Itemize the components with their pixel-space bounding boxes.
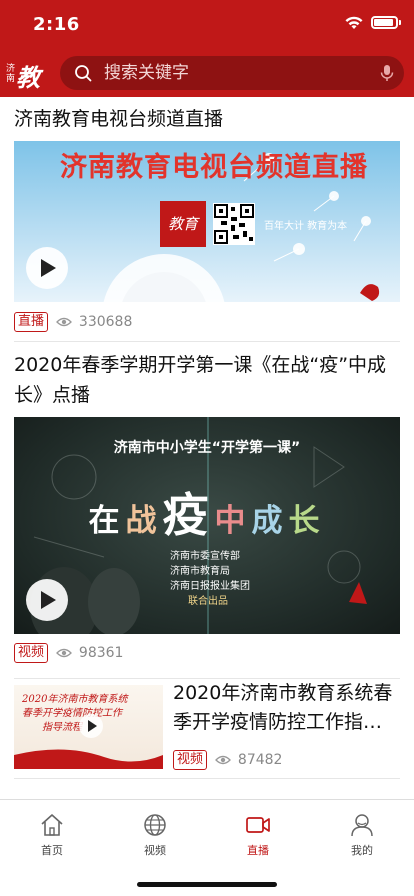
eye-icon bbox=[215, 755, 232, 765]
video-feed[interactable]: 济南教育电视台频道直播 济南教育电视台频道直播 教育 百年大计 教育为本 直播 … bbox=[0, 97, 414, 799]
list-item[interactable]: 2020年春季学期开学第一课《在战“疫”中成长》点播 济南市中小学生“开学第一课… bbox=[0, 342, 414, 679]
eye-icon bbox=[56, 648, 73, 658]
item-title[interactable]: 2020年济南市教育系统春季开学疫情防控工作指… bbox=[173, 679, 395, 737]
thumbnail-heading: 济南市中小学生“开学第一课” bbox=[113, 440, 301, 456]
item-meta: 视频 87482 bbox=[173, 750, 282, 770]
tab-label: 直播 bbox=[247, 844, 269, 857]
item-title[interactable]: 2020年春季学期开学第一课《在战“疫”中成长》点播 bbox=[14, 350, 400, 410]
wifi-icon bbox=[345, 16, 363, 29]
search-bar[interactable] bbox=[60, 56, 404, 90]
play-icon[interactable] bbox=[78, 713, 104, 739]
thumbnail-credits: 济南市委宣传部 济南市教育局 济南日报报业集团 联合出品 bbox=[170, 549, 290, 609]
home-icon bbox=[41, 814, 63, 836]
tab-profile[interactable]: 我的 bbox=[332, 812, 392, 858]
tab-live[interactable]: 直播 bbox=[228, 812, 288, 858]
app-logo[interactable]: 济南 教育 bbox=[6, 56, 48, 127]
video-badge: 视频 bbox=[173, 750, 208, 770]
status-time: 2:16 bbox=[33, 14, 80, 35]
item-meta: 视频 98361 bbox=[14, 643, 123, 663]
credit-line: 济南市教育局 bbox=[170, 566, 230, 577]
app-header: 2:16 济南 教育 bbox=[0, 0, 414, 127]
slogan-word: 战 bbox=[125, 503, 163, 539]
logo-small-text: 济南 bbox=[6, 64, 16, 84]
thumbnail-banner-text: 济南教育电视台频道直播 bbox=[60, 152, 368, 183]
user-icon bbox=[351, 814, 373, 837]
video-badge: 视频 bbox=[14, 643, 49, 663]
thumbnail-logo-text: 教育 bbox=[167, 215, 198, 233]
tab-video[interactable]: 视频 bbox=[125, 812, 185, 858]
eye-icon bbox=[56, 317, 73, 327]
qr-code-image bbox=[213, 203, 255, 245]
slogan-word: 中 bbox=[214, 503, 252, 539]
tab-label: 首页 bbox=[41, 844, 63, 857]
microphone-icon[interactable] bbox=[378, 64, 396, 82]
tab-label: 视频 bbox=[144, 844, 166, 857]
home-indicator bbox=[137, 882, 277, 887]
globe-icon bbox=[144, 814, 166, 836]
video-thumbnail[interactable]: 济南教育电视台频道直播 教育 百年大计 教育为本 bbox=[14, 141, 400, 302]
battery-icon bbox=[371, 16, 401, 29]
slogan-word: 疫 bbox=[162, 488, 215, 542]
search-icon bbox=[75, 65, 92, 82]
live-badge: 直播 bbox=[14, 312, 49, 332]
credit-line: 济南日报报业集团 bbox=[170, 581, 250, 592]
view-count: 87482 bbox=[237, 752, 283, 768]
tab-home[interactable]: 首页 bbox=[22, 812, 82, 858]
camera-icon bbox=[246, 817, 270, 833]
slogan-word: 在 bbox=[88, 503, 126, 539]
thumbnail-logo: 教育 bbox=[160, 201, 206, 247]
thumbnail-slogan-words: 在战疫中成长 bbox=[14, 479, 400, 545]
play-button[interactable] bbox=[26, 247, 68, 289]
video-thumbnail[interactable]: 济南市中小学生“开学第一课” 在战疫中成长 济南市委宣传部 济南市教育局 济南日… bbox=[14, 417, 400, 634]
search-input[interactable] bbox=[104, 56, 364, 90]
view-count: 330688 bbox=[78, 314, 133, 330]
slogan-word: 成 bbox=[251, 503, 289, 539]
thumbnail-slogan: 百年大计 教育为本 bbox=[264, 221, 348, 232]
status-bar: 2:16 bbox=[0, 0, 414, 50]
list-item[interactable]: 2020年济南市教育系统 春季开学疫情防控工作 指导流程 2020年济南市教育系… bbox=[0, 679, 414, 779]
tab-label: 我的 bbox=[351, 844, 373, 857]
item-title[interactable]: 济南教育电视台频道直播 bbox=[14, 104, 400, 134]
list-item[interactable]: 济南教育电视台频道直播 济南教育电视台频道直播 教育 百年大计 教育为本 直播 … bbox=[0, 97, 414, 342]
view-count: 98361 bbox=[78, 645, 124, 661]
credit-line: 联合出品 bbox=[188, 596, 228, 607]
item-meta: 直播 330688 bbox=[14, 312, 132, 332]
credit-line: 济南市委宣传部 bbox=[170, 551, 240, 562]
divider bbox=[14, 778, 400, 779]
video-thumbnail[interactable]: 2020年济南市教育系统 春季开学疫情防控工作 指导流程 bbox=[14, 685, 163, 769]
play-button[interactable] bbox=[26, 579, 68, 621]
slogan-word: 长 bbox=[288, 503, 326, 539]
